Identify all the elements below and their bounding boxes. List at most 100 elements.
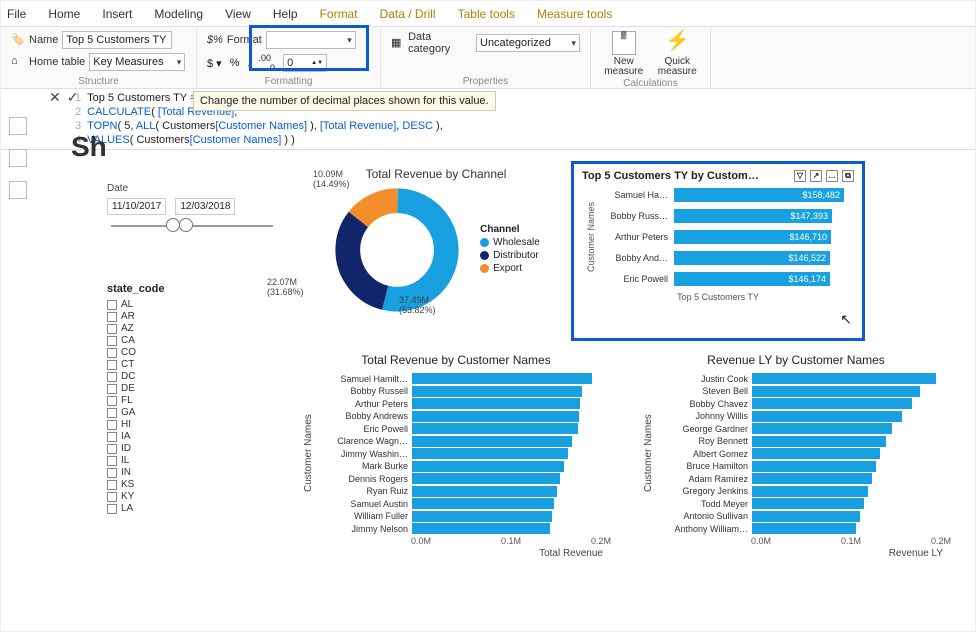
checkbox-icon[interactable]	[107, 348, 117, 358]
checkbox-icon[interactable]	[107, 432, 117, 442]
menu-view[interactable]: View	[225, 7, 251, 21]
state-item[interactable]: HI	[107, 419, 227, 430]
bar-name: Bobby Chavez	[656, 399, 748, 409]
state-label: AR	[121, 311, 135, 322]
checkbox-icon[interactable]	[107, 444, 117, 454]
name-value: Top 5 Customers TY	[66, 34, 166, 46]
state-item[interactable]: IN	[107, 467, 227, 478]
checkbox-icon[interactable]	[107, 312, 117, 322]
checkbox-icon[interactable]	[107, 372, 117, 382]
checkbox-icon[interactable]	[107, 468, 117, 478]
tick: 0.0M	[751, 536, 771, 546]
state-item[interactable]: KY	[107, 491, 227, 502]
bar	[752, 498, 864, 509]
state-item[interactable]: DE	[107, 383, 227, 394]
top5-xcap: Top 5 Customers TY	[582, 292, 854, 302]
revenue-ly-bar[interactable]: Revenue LY by Customer Names Customer Na…	[641, 353, 951, 559]
menu-home[interactable]: Home	[48, 7, 80, 21]
total-revenue-bar[interactable]: Total Revenue by Customer Names Customer…	[301, 353, 611, 559]
menu-help[interactable]: Help	[273, 7, 298, 21]
bar	[752, 373, 936, 384]
checkbox-icon[interactable]	[107, 336, 117, 346]
more-icon[interactable]: …	[826, 170, 838, 182]
datacat-combo[interactable]: Uncategorized ▾	[476, 34, 580, 52]
donut-visual[interactable]: Total Revenue by Channel Channel Wholesa…	[281, 167, 591, 315]
checkbox-icon[interactable]	[107, 360, 117, 370]
page-heading: Sh	[71, 131, 107, 163]
new-measure-button[interactable]: 🖩 New measure	[601, 31, 647, 77]
state-item[interactable]: GA	[107, 407, 227, 418]
range-handle-right[interactable]	[179, 218, 193, 232]
bar-value: $147,393	[790, 209, 828, 223]
comma-btn[interactable]: ,	[247, 57, 250, 69]
state-item[interactable]: KS	[107, 479, 227, 490]
percent-btn[interactable]: %	[230, 57, 240, 69]
bar-name: Bruce Hamilton	[656, 461, 748, 471]
bar	[412, 523, 550, 534]
state-item[interactable]: DC	[107, 371, 227, 382]
xtitle: Total Revenue	[301, 548, 611, 559]
state-slicer[interactable]: state_code ALARAZCACOCTDCDEFLGAHIIAIDILI…	[107, 283, 227, 514]
bar-value: $158,482	[802, 188, 840, 202]
state-item[interactable]: ID	[107, 443, 227, 454]
focus-icon[interactable]: ↗	[810, 170, 822, 182]
bar	[752, 461, 876, 472]
data-view-icon[interactable]	[9, 149, 27, 167]
menu-file[interactable]: File	[7, 7, 26, 21]
cancel-formula-icon[interactable]: ✕	[49, 89, 61, 106]
report-view-icon[interactable]	[9, 117, 27, 135]
date-range-track[interactable]	[111, 225, 273, 227]
checkbox-icon[interactable]	[107, 384, 117, 394]
hometable-combo[interactable]: Key Measures ▾	[89, 53, 185, 71]
checkbox-icon[interactable]	[107, 492, 117, 502]
state-item[interactable]: AR	[107, 311, 227, 322]
commit-formula-icon[interactable]: ✓	[67, 89, 79, 106]
checkbox-icon[interactable]	[107, 504, 117, 514]
top5-row: Bobby And…$146,522	[600, 251, 854, 265]
format-combo[interactable]: ▾	[266, 31, 356, 49]
bar-name: Bobby Russ…	[600, 211, 668, 221]
bar-row: Arthur Peters	[316, 398, 611, 409]
decimal-stepper[interactable]: 0 ▲▼	[283, 54, 327, 72]
menu-insert[interactable]: Insert	[102, 7, 132, 21]
checkbox-icon[interactable]	[107, 408, 117, 418]
date-to[interactable]: 12/03/2018	[175, 198, 235, 215]
menu-table-tools[interactable]: Table tools	[458, 7, 515, 21]
state-item[interactable]: IA	[107, 431, 227, 442]
bar-name: Adam Ramirez	[656, 474, 748, 484]
filter-icon[interactable]: ▽	[794, 170, 806, 182]
menu-data-drill[interactable]: Data / Drill	[380, 7, 436, 21]
checkbox-icon[interactable]	[107, 300, 117, 310]
menu-modeling[interactable]: Modeling	[154, 7, 203, 21]
checkbox-icon[interactable]	[107, 324, 117, 334]
quick-measure-button[interactable]: ⚡ Quick measure	[655, 31, 701, 77]
state-item[interactable]: AL	[107, 299, 227, 310]
date-slicer[interactable]: Date 11/10/2017 12/03/2018	[107, 183, 277, 227]
state-item[interactable]: IL	[107, 455, 227, 466]
bar	[752, 448, 880, 459]
date-from[interactable]: 11/10/2017	[107, 198, 166, 215]
pin-icon[interactable]: ⧉	[842, 170, 854, 182]
chevron-down-icon: ▾	[177, 57, 182, 68]
model-view-icon[interactable]	[9, 181, 27, 199]
bar-row: Mark Burke	[316, 461, 611, 472]
state-item[interactable]: FL	[107, 395, 227, 406]
bar-name: Johnny Willis	[656, 411, 748, 421]
name-input[interactable]: Top 5 Customers TY	[62, 31, 172, 49]
menu-measure-tools[interactable]: Measure tools	[537, 7, 612, 21]
state-item[interactable]: CT	[107, 359, 227, 370]
state-item[interactable]: CO	[107, 347, 227, 358]
top5-visual[interactable]: Top 5 Customers TY by Custom… ▽ ↗ … ⧉ Cu…	[571, 161, 865, 341]
currency-btn[interactable]: $ ▾	[207, 57, 222, 70]
legend-label: Distributor	[493, 250, 539, 261]
state-item[interactable]: CA	[107, 335, 227, 346]
checkbox-icon[interactable]	[107, 420, 117, 430]
checkbox-icon[interactable]	[107, 456, 117, 466]
range-handle-left[interactable]	[166, 218, 180, 232]
state-item[interactable]: AZ	[107, 323, 227, 334]
menu-format[interactable]: Format	[320, 7, 358, 21]
state-label: GA	[121, 407, 135, 418]
checkbox-icon[interactable]	[107, 396, 117, 406]
checkbox-icon[interactable]	[107, 480, 117, 490]
state-item[interactable]: LA	[107, 503, 227, 514]
